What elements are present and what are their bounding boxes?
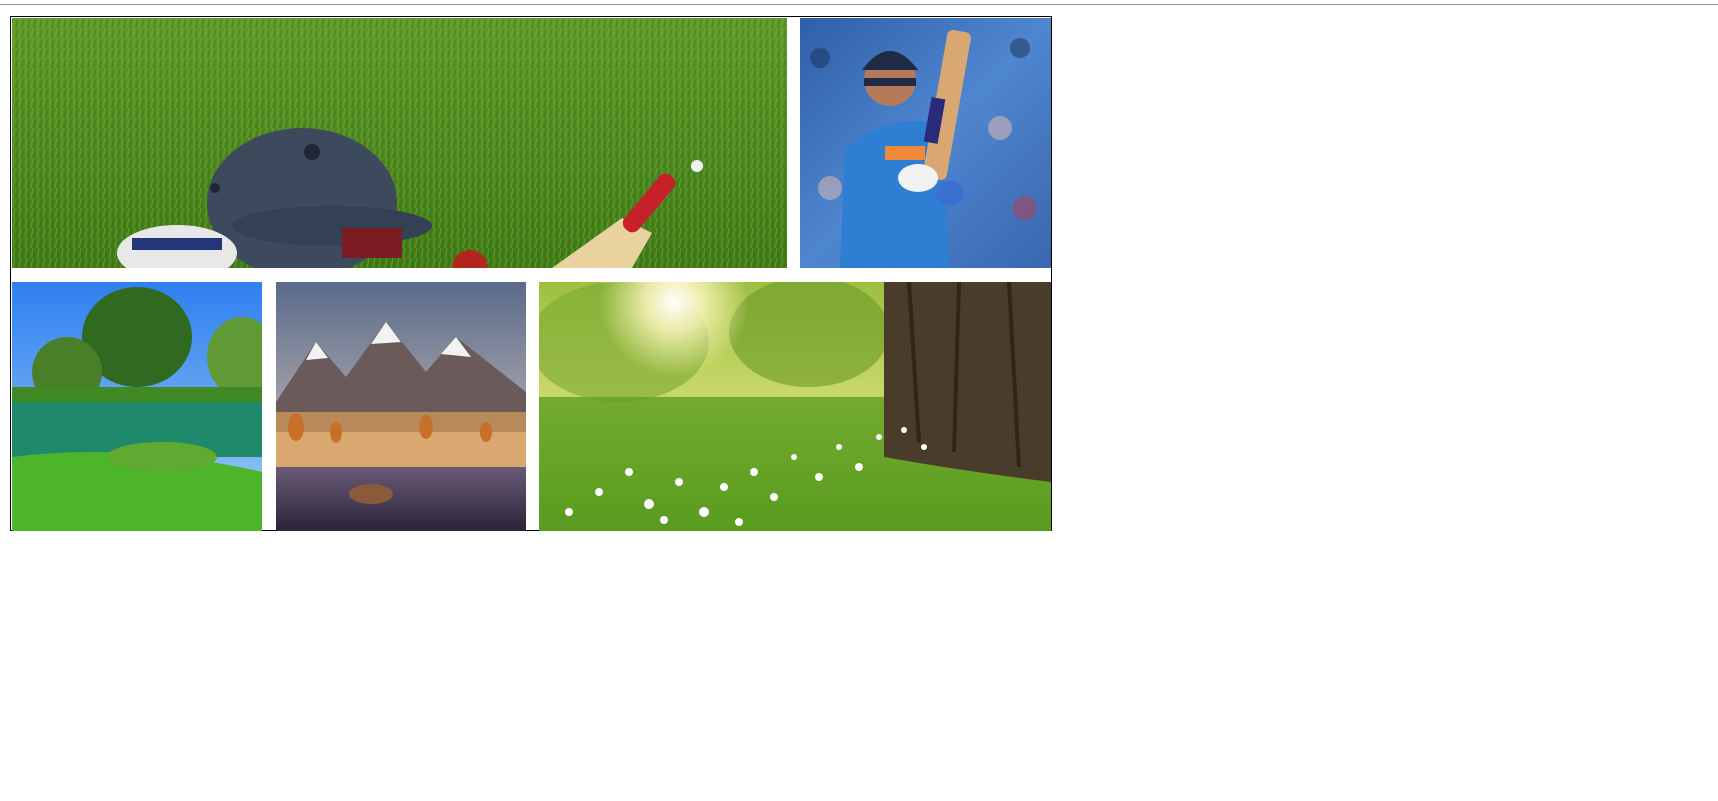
gallery-image-cricket-gear[interactable]	[12, 18, 787, 268]
mountains-image	[276, 282, 526, 531]
river-image	[12, 282, 262, 531]
cricketer-image	[800, 18, 1051, 268]
image-gallery	[10, 16, 1052, 531]
gallery-image-river[interactable]	[12, 282, 262, 531]
cricket-gear-image	[12, 18, 787, 268]
gallery-image-cricketer[interactable]	[800, 18, 1051, 268]
gallery-image-mountains[interactable]	[276, 282, 526, 531]
gallery-image-meadow[interactable]	[539, 282, 1051, 531]
meadow-image	[539, 282, 1051, 531]
top-divider	[0, 4, 1718, 5]
